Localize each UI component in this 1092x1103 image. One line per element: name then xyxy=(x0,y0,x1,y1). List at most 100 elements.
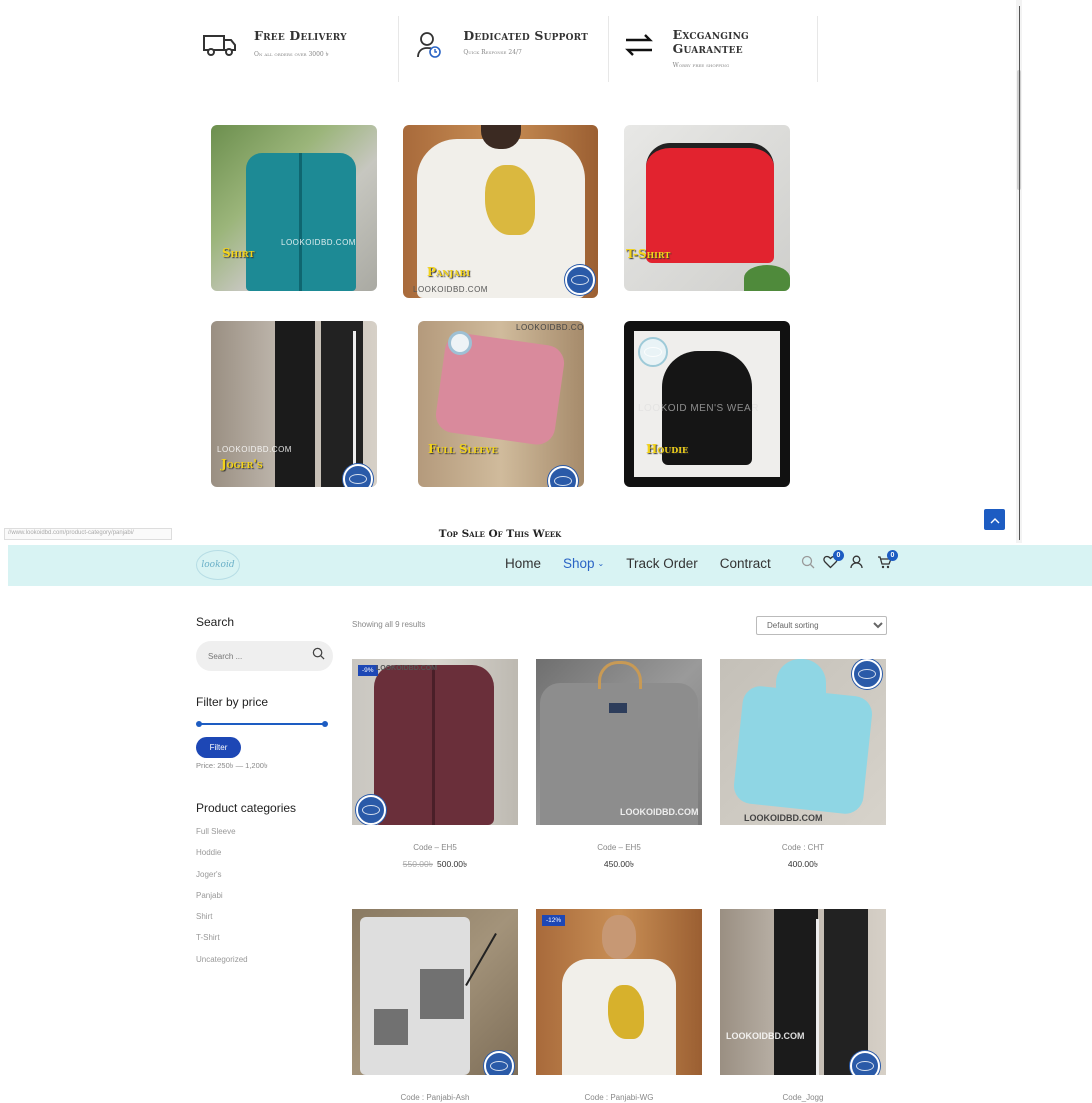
truck-icon xyxy=(200,28,240,62)
results-count: Showing all 9 results xyxy=(352,620,426,629)
product-image[interactable]: LOOKOIDBD.COM xyxy=(720,659,886,825)
product-image[interactable]: LOOKOIDBD.COM xyxy=(720,909,886,1075)
watermark: LOOKOIDBD.COM xyxy=(620,807,699,817)
product-card[interactable]: -12% Code : Panjabi-WG xyxy=(536,909,702,1102)
category-label: T-Shirt xyxy=(626,247,671,261)
price-range-text: Price: 250৳ — 1,200৳ xyxy=(196,761,268,770)
product-code[interactable]: Code – EH5 xyxy=(536,843,702,852)
header-icons: 0 0 xyxy=(801,550,900,569)
cart-count-badge: 0 xyxy=(887,550,898,561)
cart-icon[interactable]: 0 xyxy=(877,550,898,569)
bottom-screenshot: lookoid Home Shop ⌄ Track Order Contract … xyxy=(0,543,1092,1103)
product-code[interactable]: Code_Jogg xyxy=(720,1093,886,1102)
watermark: LOOKOIDBD.COM xyxy=(376,665,438,672)
user-account-icon[interactable] xyxy=(850,555,863,569)
price-range-slider xyxy=(196,721,328,727)
category-label: Joger's xyxy=(221,457,263,471)
product-image[interactable]: -12% xyxy=(536,909,702,1075)
category-link[interactable]: Hoddie xyxy=(196,848,336,869)
product-code[interactable]: Code : Panjabi-WG xyxy=(536,1093,702,1102)
feature-subtitle: Worry free shopping xyxy=(672,62,730,69)
product-price: 550.00৳ 500.00৳ xyxy=(352,858,518,872)
chevron-down-icon: ⌄ xyxy=(597,559,605,568)
category-link[interactable]: Full Sleeve xyxy=(196,827,336,848)
shop-sidebar: Search Filter by price Filter Price: 250… xyxy=(196,615,336,976)
sale-badge: -9% xyxy=(358,665,378,676)
product-image[interactable]: LOOKOIDBD.COM xyxy=(536,659,702,825)
feature-dedicated-support: Dedicated Support Quick Response 24/7 xyxy=(399,16,609,82)
brand-badge xyxy=(565,265,595,295)
category-card-t-shirt[interactable]: T-Shirt xyxy=(624,125,790,291)
wishlist-heart-icon[interactable]: 0 xyxy=(823,550,844,569)
search-input[interactable] xyxy=(208,651,298,661)
product-card[interactable]: Code : Panjabi-Ash xyxy=(352,909,518,1102)
category-link[interactable]: T-Shirt xyxy=(196,933,336,954)
product-card[interactable]: LOOKOIDBD.COM Code_Jogg xyxy=(720,909,886,1102)
category-card-shirt[interactable]: LOOKOIDBD.COM Shirt xyxy=(211,125,377,291)
watermark: LOOKOIDBD.COM xyxy=(726,1031,805,1041)
product-code[interactable]: Code : CHT xyxy=(720,843,886,852)
category-label: Full Sleeve xyxy=(428,442,498,456)
feature-free-delivery: Free Delivery On all orders over 3000 ৳ xyxy=(190,16,400,82)
nav-link-track-order[interactable]: Track Order xyxy=(626,556,698,571)
category-card-panjabi[interactable]: LOOKOIDBD.COM Panjabi xyxy=(403,125,598,298)
site-logo[interactable]: lookoid xyxy=(196,550,240,580)
top-screenshot: Free Delivery On all orders over 3000 ৳ … xyxy=(0,0,1092,543)
slider-track xyxy=(198,723,326,725)
feature-title: Dedicated Support xyxy=(463,28,589,43)
watermark: LOOKOIDBD.COM xyxy=(744,813,823,823)
category-label: Panjabi xyxy=(427,265,471,279)
watermark: LOOKOIDBD.COM xyxy=(281,238,356,247)
product-image[interactable]: -9% LOOKOIDBD.COM xyxy=(352,659,518,825)
category-card-full-sleeve[interactable]: LOOKOIDBD.COM Full Sleeve xyxy=(418,321,584,487)
filter-button[interactable]: Filter xyxy=(196,737,241,758)
product-price: 450.00৳ xyxy=(536,858,702,872)
nav-link-shop[interactable]: Shop ⌄ xyxy=(563,556,604,571)
watermark: LOOKOIDBD.COM xyxy=(413,285,488,294)
category-list: Full Sleeve Hoddie Joger's Panjabi Shirt… xyxy=(196,827,336,976)
product-code[interactable]: Code – EH5 xyxy=(352,843,518,852)
category-label: Houdie xyxy=(646,442,689,456)
sort-dropdown[interactable]: Default sorting xyxy=(756,616,887,635)
brand-badge xyxy=(343,464,373,487)
scroll-to-top-button[interactable] xyxy=(984,509,1005,530)
product-card[interactable]: LOOKOIDBD.COM Code – EH5 450.00৳ xyxy=(536,659,702,872)
current-price: 400.00৳ xyxy=(787,859,819,869)
slider-max-handle[interactable] xyxy=(322,721,328,727)
watermark: LOOKOID MEN'S WEAR xyxy=(638,403,759,414)
wishlist-count-badge: 0 xyxy=(833,550,844,561)
categories-heading: Product categories xyxy=(196,801,297,815)
search-icon[interactable] xyxy=(312,647,325,665)
product-code[interactable]: Code : Panjabi-Ash xyxy=(352,1093,518,1102)
window-edge xyxy=(1019,6,1020,540)
slider-min-handle[interactable] xyxy=(196,721,202,727)
product-image[interactable] xyxy=(352,909,518,1075)
category-link[interactable]: Uncategorized xyxy=(196,955,336,976)
sidebar-search xyxy=(196,641,333,671)
feature-title: Excganging Guarantee xyxy=(672,27,749,56)
feature-bar: Free Delivery On all orders over 3000 ৳ … xyxy=(190,16,818,82)
brand-badge xyxy=(548,466,578,487)
category-card-houdie[interactable]: LOOKOID MEN'S WEAR Houdie xyxy=(624,321,790,487)
main-menu: Home Shop ⌄ Track Order Contract xyxy=(505,556,793,571)
search-icon[interactable] xyxy=(801,555,815,569)
product-card[interactable]: LOOKOIDBD.COM Code : CHT 400.00৳ xyxy=(720,659,886,872)
brand-badge xyxy=(852,659,882,689)
feature-subtitle: On all orders over 3000 ৳ xyxy=(254,51,329,58)
category-link[interactable]: Panjabi xyxy=(196,891,336,912)
category-link[interactable]: Shirt xyxy=(196,912,336,933)
brand-badge xyxy=(356,795,386,825)
nav-link-contract[interactable]: Contract xyxy=(720,556,771,571)
nav-link-home[interactable]: Home xyxy=(505,556,541,571)
feature-title: Free Delivery xyxy=(254,28,347,43)
feature-exchange-guarantee: Excganging Guarantee Worry free shopping xyxy=(609,16,818,82)
header-nav: lookoid Home Shop ⌄ Track Order Contract … xyxy=(8,545,1092,586)
product-price: 400.00৳ xyxy=(720,858,886,872)
category-card-jogers[interactable]: LOOKOIDBD.COM Joger's xyxy=(211,321,377,487)
category-link[interactable]: Joger's xyxy=(196,870,336,891)
feature-subtitle: Quick Response 24/7 xyxy=(463,49,522,56)
category-label: Shirt xyxy=(222,246,255,260)
watermark: LOOKOIDBD.COM xyxy=(516,323,584,332)
product-card[interactable]: -9% LOOKOIDBD.COM Code – EH5 550.00৳ 500.… xyxy=(352,659,518,872)
brand-badge xyxy=(484,1051,514,1075)
